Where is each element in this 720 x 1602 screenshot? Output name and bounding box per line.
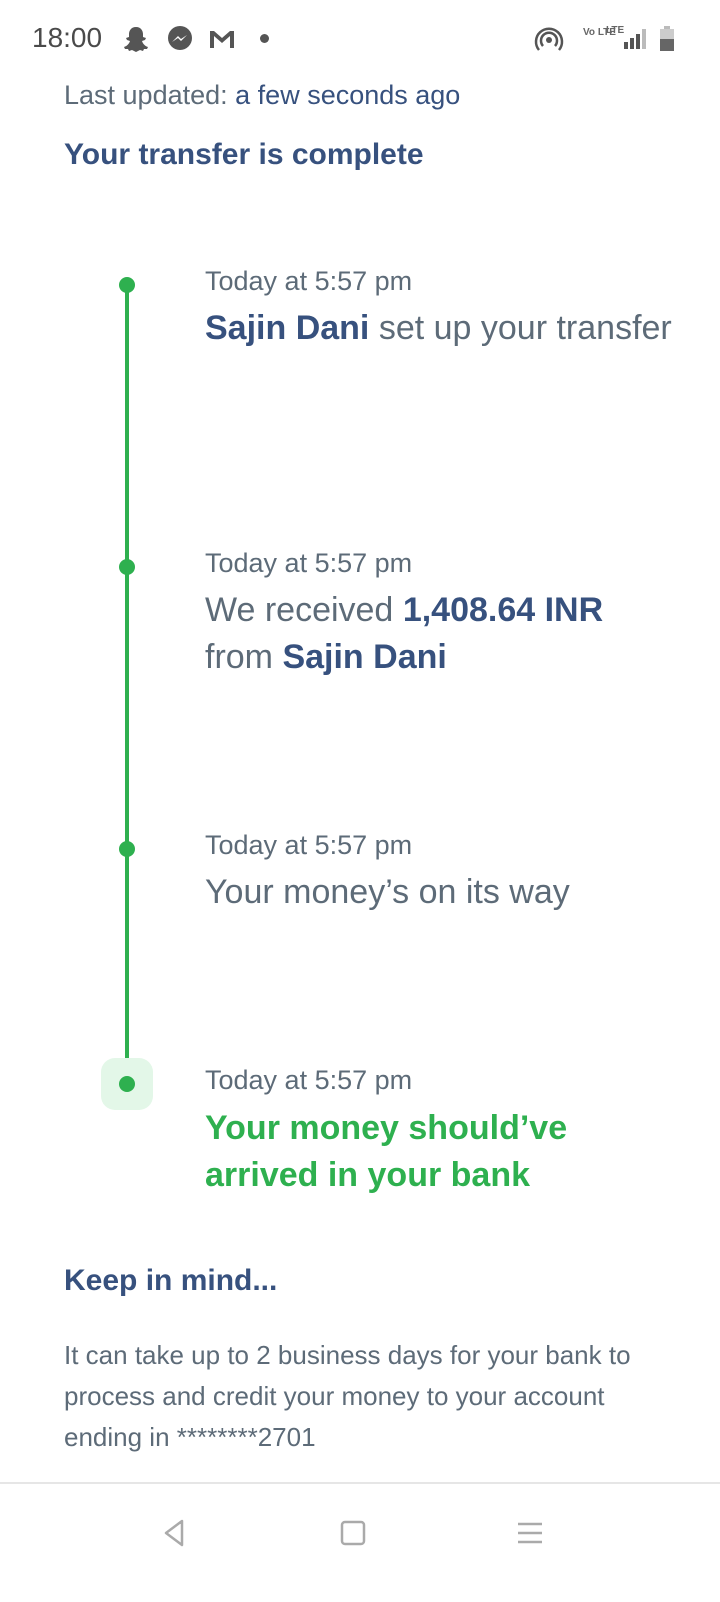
sender-name: Sajin Dani bbox=[282, 638, 447, 676]
snapchat-icon bbox=[124, 27, 148, 52]
status-time: 18:00 bbox=[32, 22, 103, 53]
home-icon[interactable] bbox=[328, 1508, 378, 1558]
received-from: from bbox=[205, 638, 273, 676]
sender-name: Sajin Dani bbox=[205, 309, 370, 347]
timeline-dot-current bbox=[119, 1076, 135, 1092]
messenger-icon bbox=[168, 26, 192, 50]
lte-signal-icon bbox=[624, 29, 646, 49]
system-nav-bar bbox=[0, 1482, 720, 1602]
last-updated-label: Last updated: bbox=[64, 80, 228, 110]
keep-in-mind-title: Keep in mind... bbox=[64, 1264, 278, 1297]
keep-in-mind-body: It can take up to 2 business days for yo… bbox=[64, 1340, 631, 1452]
transfer-status-title: Your transfer is complete bbox=[64, 138, 424, 171]
step-time: Today at 5:57 pm bbox=[205, 830, 413, 860]
notification-dot bbox=[260, 34, 269, 43]
received-amount: 1,408.64 INR bbox=[402, 591, 604, 629]
last-updated: Last updated: a few seconds ago bbox=[64, 80, 460, 111]
gmail-icon bbox=[210, 31, 234, 48]
step-time: Today at 5:57 pm bbox=[205, 1065, 413, 1095]
battery-icon bbox=[660, 26, 674, 51]
hotspot-icon bbox=[534, 27, 564, 51]
step-time: Today at 5:57 pm bbox=[205, 266, 413, 296]
timeline-dot bbox=[119, 841, 135, 857]
menu-icon[interactable] bbox=[505, 1508, 555, 1558]
status-bar: 18:00 Vo LTE LTE bbox=[0, 0, 720, 80]
received-prefix: We received bbox=[205, 591, 394, 629]
step-time: Today at 5:57 pm bbox=[205, 548, 413, 578]
step-setup-text: Sajin Dani set up your transfer bbox=[205, 305, 675, 352]
step-received-text: We received 1,408.64 INR from Sajin Dani bbox=[205, 587, 675, 681]
timeline-dot bbox=[119, 277, 135, 293]
last-updated-value: a few seconds ago bbox=[235, 80, 461, 110]
step-setup-desc: set up your transfer bbox=[378, 309, 672, 347]
timeline-line bbox=[125, 285, 129, 1085]
step-on-its-way-text: Your money’s on its way bbox=[205, 873, 570, 911]
step-arrived-text: Your money should’ve arrived in your ban… bbox=[205, 1109, 568, 1194]
timeline-dot bbox=[119, 559, 135, 575]
back-icon[interactable] bbox=[150, 1508, 200, 1558]
